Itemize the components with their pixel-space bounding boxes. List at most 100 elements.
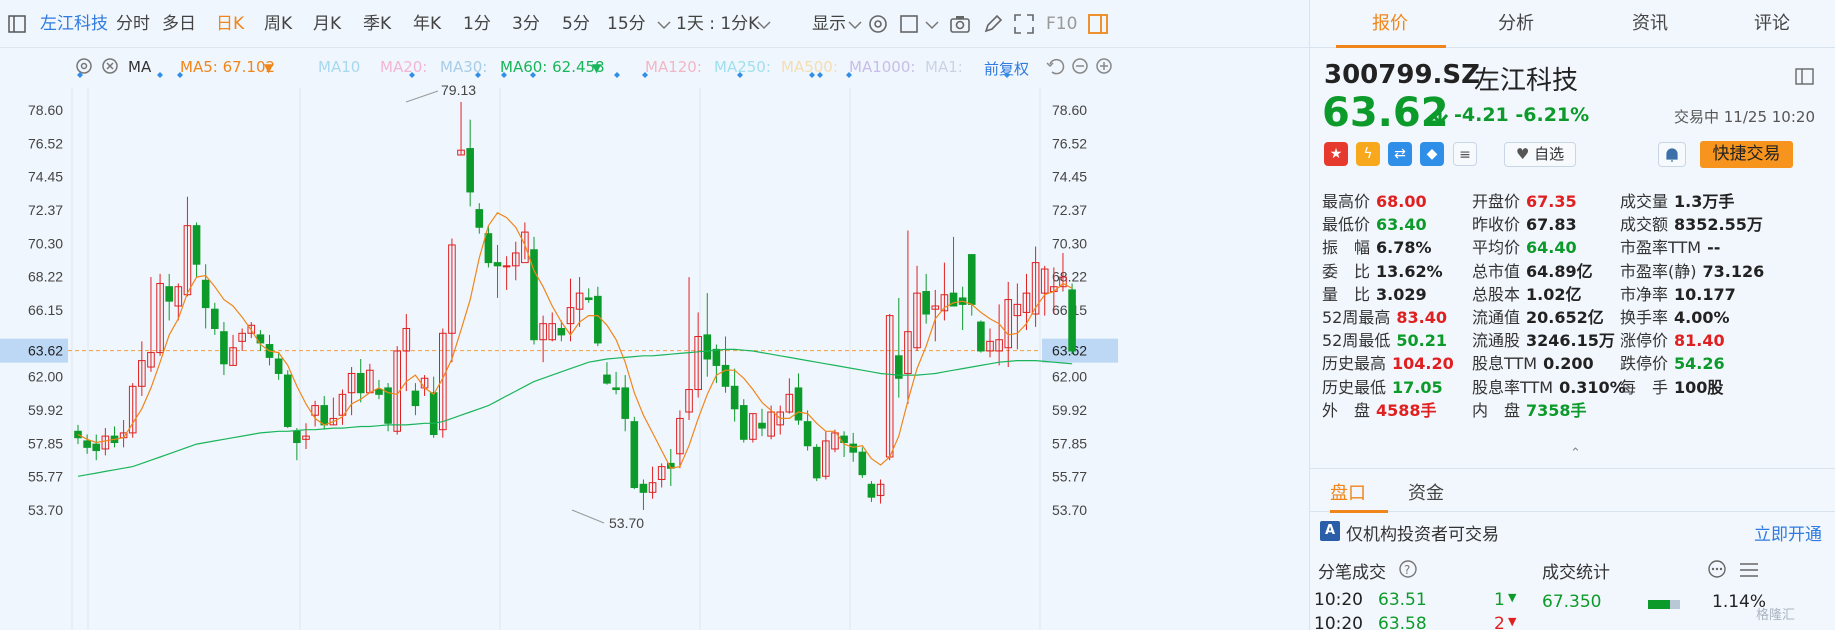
camera-icon[interactable] <box>948 12 972 36</box>
candle-body <box>803 421 812 447</box>
ma1000-value[interactable]: MA1000: <box>849 58 915 76</box>
tab-period-1min[interactable]: 1分 <box>463 0 491 48</box>
candle-body <box>466 148 474 193</box>
chevron-up-icon[interactable]: ⌃ <box>1570 446 1581 461</box>
y-tick-left: 66.15 <box>28 302 63 318</box>
ma30-value[interactable]: MA30: <box>440 58 487 76</box>
tab-period-daily[interactable]: 日K <box>216 0 244 48</box>
tab-period-3min[interactable]: 3分 <box>512 0 540 48</box>
quote-stat-value: 67.35 <box>1526 192 1577 211</box>
ma60-value[interactable]: MA60: 62.458 <box>500 58 605 76</box>
candle-body <box>283 374 292 427</box>
kline-chart[interactable]: 78.60 78.60 76.52 76.52 74.45 74.45 72.37 72.37… <box>0 72 1309 630</box>
chevron-down-icon[interactable] <box>652 12 676 36</box>
chevron-down-icon[interactable] <box>752 12 776 36</box>
quote-stat-cell: 振 幅 6.78% <box>1322 234 1432 258</box>
f10-button[interactable]: F10 <box>1046 0 1077 48</box>
quote-stat-label: 昨收价 <box>1472 215 1521 235</box>
undo-icon[interactable] <box>1044 54 1068 78</box>
tab-period-15min[interactable]: 15分 <box>607 0 646 48</box>
caret-down-icon: ▼ <box>1508 591 1517 604</box>
ma20-value[interactable]: MA20: <box>380 58 427 76</box>
settings-icon[interactable] <box>72 54 96 78</box>
ma500-value[interactable]: MA500: <box>781 58 838 76</box>
quote-stat-cell: 成交额 8352.55万 <box>1620 211 1763 235</box>
y-tick-left: 72.37 <box>28 202 63 218</box>
ma5-value[interactable]: MA5: 67.102 <box>180 58 275 76</box>
tab-period-5min[interactable]: 5分 <box>562 0 590 48</box>
candle-body <box>849 443 858 453</box>
quote-stat-value: 67.83 <box>1526 215 1577 235</box>
candle-body <box>858 451 867 476</box>
tab-period-weekly[interactable]: 周K <box>264 0 292 48</box>
candle-body <box>502 265 511 268</box>
candle-body <box>712 348 721 366</box>
china-flag-icon[interactable]: ★ <box>1324 142 1348 166</box>
tab-capital-flow[interactable]: 资金 <box>1408 479 1444 505</box>
ma1-value[interactable]: MA1: <box>925 58 963 76</box>
display-menu[interactable]: 显示 <box>812 0 846 48</box>
quote-stats-row: 委 比 13.62% 总市值 64.89亿 市盈率(静) 73.126 <box>1322 258 1832 281</box>
stock-name-label[interactable]: 左江科技 <box>40 0 108 48</box>
tab-period-multiday[interactable]: 多日 <box>162 0 196 48</box>
kline-canvas[interactable]: 78.60 78.60 76.52 76.52 74.45 74.45 72.37 72.37… <box>0 72 1118 630</box>
open-account-link[interactable]: 立即开通 <box>1754 520 1822 545</box>
fullscreen-icon[interactable] <box>1012 12 1036 36</box>
quote-stat-label: 市盈率(静) <box>1620 261 1697 281</box>
tab-quote[interactable]: 报价 <box>1330 0 1450 48</box>
tab-order-book[interactable]: 盘口 <box>1330 479 1366 505</box>
low-annotation: 53.70 <box>609 515 644 531</box>
quote-stat-cell: 成交量 1.3万手 <box>1620 188 1734 212</box>
layout-square-icon[interactable] <box>898 12 922 36</box>
caret-down-icon[interactable]: ▼ <box>264 61 273 75</box>
tab-analysis[interactable]: 分析 <box>1456 0 1576 48</box>
quote-stat-cell: 内 盘 7358手 <box>1472 397 1587 421</box>
panel-toggle-icon[interactable] <box>1086 12 1110 36</box>
y-tick-left: 62.00 <box>28 369 63 385</box>
quick-trade-button[interactable]: 快捷交易 <box>1700 141 1793 168</box>
chevron-down-icon[interactable] <box>920 12 944 36</box>
quote-stat-value: -- <box>1707 238 1721 258</box>
quote-stat-value: 10.177 <box>1674 284 1736 304</box>
more-icon[interactable] <box>1706 559 1728 583</box>
quote-stats-row: 最高价 68.00 开盘价 67.35 成交量 1.3万手 <box>1322 188 1832 211</box>
add-watchlist-button[interactable]: ♥ 自选 <box>1504 142 1576 167</box>
collapse-panel-icon[interactable] <box>1795 68 1815 90</box>
candle-body <box>293 430 301 444</box>
close-icon[interactable] <box>98 54 122 78</box>
candle-body <box>557 327 566 336</box>
tab-comments[interactable]: 评论 <box>1712 0 1832 48</box>
quote-stat-label: 市净率 <box>1620 284 1669 304</box>
zoom-out-icon[interactable] <box>1068 54 1092 78</box>
bell-icon[interactable] <box>1658 142 1686 167</box>
gear-icon[interactable] <box>866 12 890 36</box>
flash-icon[interactable]: ϟ <box>1356 142 1380 166</box>
quote-stat-value: 64.40 <box>1526 238 1577 258</box>
pen-draw-icon[interactable] <box>981 12 1005 36</box>
heart-icon: ♥ <box>1515 145 1530 163</box>
note-icon[interactable]: ≡ <box>1453 142 1477 166</box>
custom-period-select[interactable]: 1天 : 1分K <box>676 0 759 48</box>
tab-news[interactable]: 资讯 <box>1590 0 1710 48</box>
ma120-value[interactable]: MA120: <box>645 58 702 76</box>
help-icon[interactable]: ? <box>1398 559 1418 583</box>
quote-stat-cell: 总市值 64.89亿 <box>1472 258 1593 282</box>
quote-stat-cell: 平均价 64.40 <box>1472 234 1577 258</box>
sidebar-toggle-icon[interactable] <box>6 12 30 36</box>
chevron-down-icon[interactable] <box>843 12 867 36</box>
caret-down-icon[interactable]: ▼ <box>592 61 601 75</box>
shuffle-icon[interactable]: ⇄ <box>1388 142 1412 166</box>
tag-icon[interactable]: ◆ <box>1420 142 1444 166</box>
quote-stat-cell: 每 手 100股 <box>1620 374 1723 398</box>
chart-toolbar: 左江科技 分时 多日 日K 周K 月K 季K 年K 1分 3分 5分 15分 1… <box>0 0 1309 48</box>
ma250-value[interactable]: MA250: <box>714 58 771 76</box>
tab-period-intraday[interactable]: 分时 <box>116 0 150 48</box>
y-tick-left: 68.22 <box>28 269 63 285</box>
tab-period-monthly[interactable]: 月K <box>313 0 341 48</box>
tab-period-yearly[interactable]: 年K <box>413 0 441 48</box>
ma10-value[interactable]: MA10 <box>318 58 360 76</box>
list-icon[interactable] <box>1738 560 1760 584</box>
zoom-in-icon[interactable] <box>1092 54 1116 78</box>
tab-period-quarterly[interactable]: 季K <box>363 0 391 48</box>
watchlist-label: 自选 <box>1534 145 1565 163</box>
